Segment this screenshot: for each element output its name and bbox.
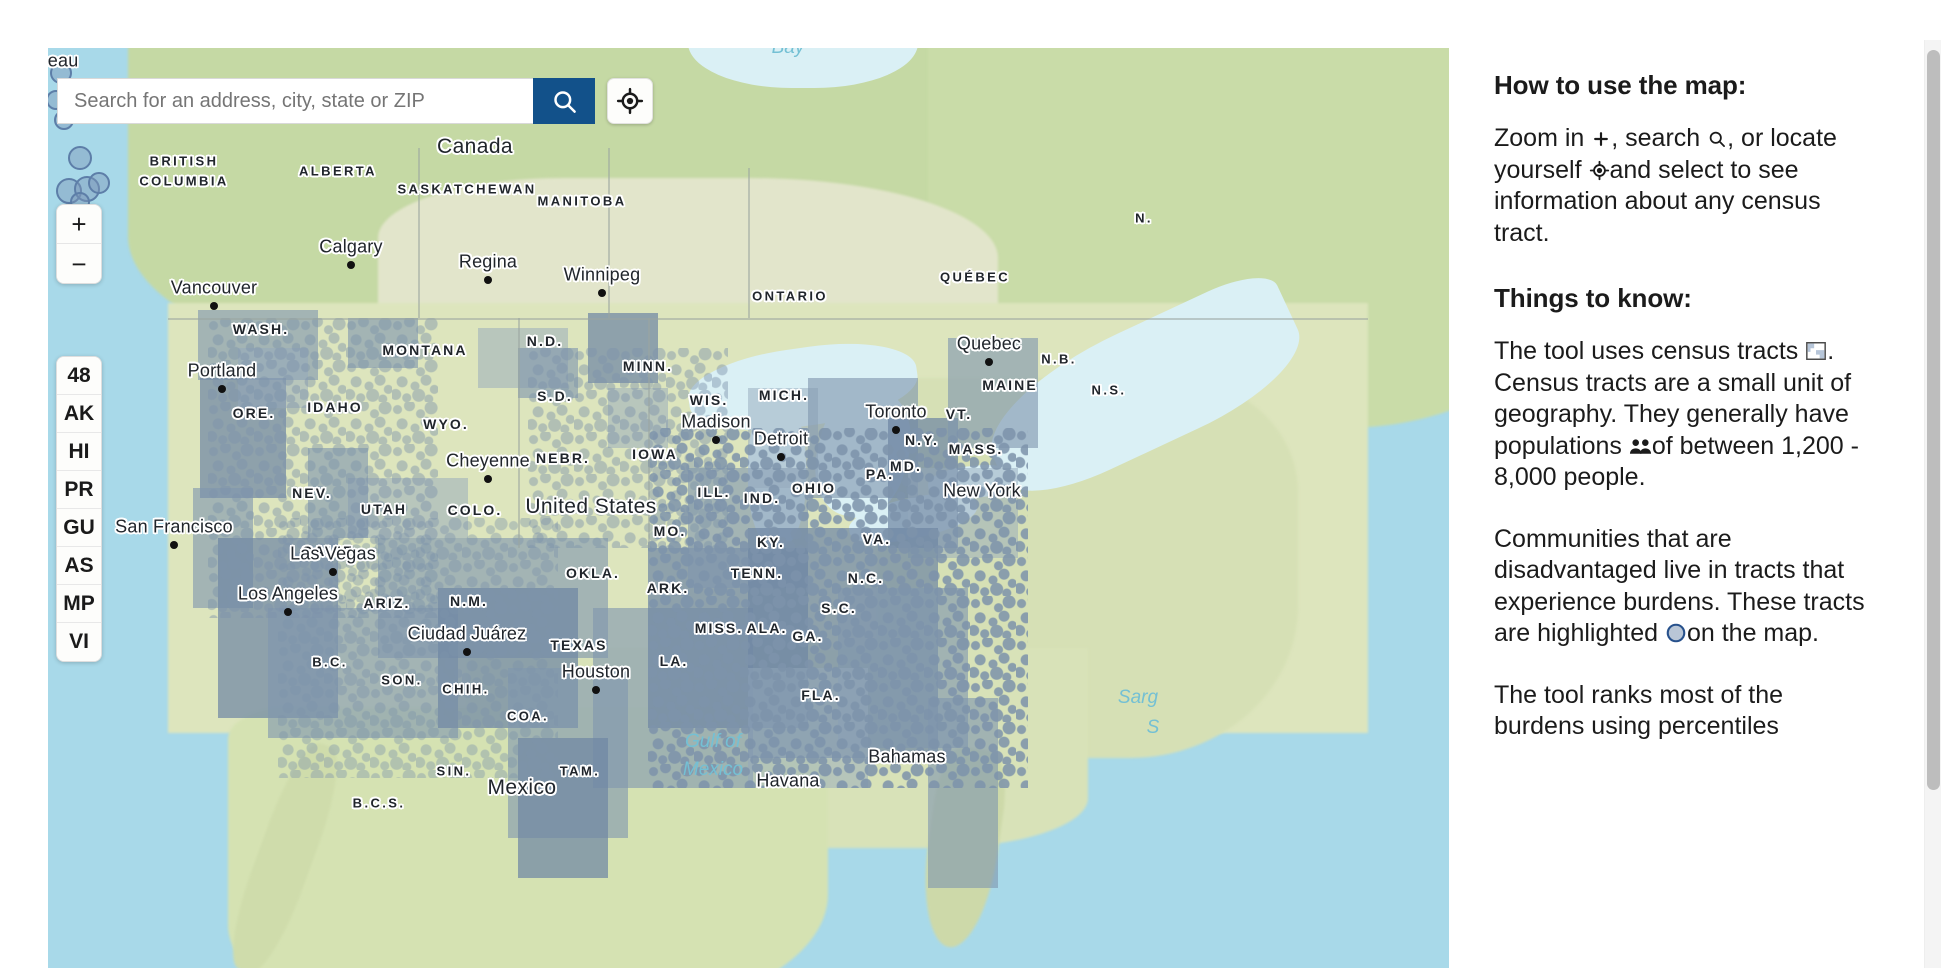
map-city-dot	[598, 289, 606, 297]
zoom-out-button[interactable]: −	[57, 244, 101, 283]
search-input[interactable]	[57, 78, 533, 124]
map-city-dot	[484, 475, 492, 483]
territory-button-48[interactable]: 48	[57, 357, 101, 395]
territory-button-hi[interactable]: HI	[57, 433, 101, 471]
plus-icon	[1594, 132, 1609, 146]
how-to-use-paragraph: Zoom in , search , or locate yourself an…	[1494, 123, 1872, 249]
territory-button-mp[interactable]: MP	[57, 585, 101, 623]
zoom-in-button[interactable]: +	[57, 205, 101, 244]
map-city-dot	[892, 426, 900, 434]
how-to-text-2: , search	[1611, 124, 1701, 152]
zoom-controls[interactable]: + −	[56, 204, 102, 284]
ranks-paragraph: The tool ranks most of the burdens using…	[1494, 680, 1784, 741]
map-search-bar[interactable]	[57, 78, 653, 124]
census-tract-icon	[1806, 342, 1827, 360]
map-panel[interactable]: Canada United States Mexico BRITISH COLUMBIA…	[48, 48, 1449, 968]
census-tracts-paragraph: The tool uses census tracts . Census tra…	[1494, 336, 1872, 494]
locate-me-icon	[1589, 160, 1609, 180]
people-icon	[1629, 438, 1651, 454]
map-city-dot	[170, 541, 178, 549]
map-city-dot	[484, 276, 492, 284]
how-to-use-heading: How to use the map:	[1494, 70, 1747, 100]
map-city-dot	[985, 358, 993, 366]
map-city-dot	[777, 453, 785, 461]
territory-button-vi[interactable]: VI	[57, 623, 101, 661]
territory-button-pr[interactable]: PR	[57, 471, 101, 509]
search-icon	[1709, 131, 1726, 147]
highlighted-tract-circle-icon	[1666, 623, 1686, 643]
info-sidebar: How to use the map: Zoom in , search , o…	[1449, 40, 1927, 968]
page-scrollbar-track[interactable]	[1924, 40, 1941, 968]
map-city-dot	[284, 608, 292, 616]
map-canvas[interactable]: Canada United States Mexico BRITISH COLUMBIA…	[48, 48, 1449, 968]
climate-screening-tool-page: Canada United States Mexico BRITISH COLUMBIA…	[0, 0, 1947, 968]
map-city-dot	[218, 385, 226, 393]
territory-button-as[interactable]: AS	[57, 547, 101, 585]
locate-me-icon	[616, 87, 644, 115]
page-scrollbar-thumb[interactable]	[1927, 50, 1940, 790]
lake-michigan	[748, 398, 806, 548]
search-icon	[553, 90, 576, 113]
territory-button-gu[interactable]: GU	[57, 509, 101, 547]
map-city-dot	[463, 648, 471, 656]
map-city-dot	[347, 261, 355, 269]
territory-selector[interactable]: 48 AK HI PR GU AS MP VI	[56, 356, 102, 662]
things-text-1: The tool uses census tracts	[1494, 337, 1799, 365]
things-to-know-heading: Things to know:	[1494, 283, 1692, 313]
map-city-dot	[712, 436, 720, 444]
map-city-dot	[329, 568, 337, 576]
search-button[interactable]	[533, 78, 595, 124]
map-city-dot	[592, 686, 600, 694]
how-to-text-1: Zoom in	[1494, 124, 1585, 152]
communities-text-2: on the map.	[1686, 619, 1819, 647]
territory-button-ak[interactable]: AK	[57, 395, 101, 433]
communities-paragraph: Communities that are disadvantaged live …	[1494, 524, 1872, 650]
map-city-dot	[210, 302, 218, 310]
tract-marker[interactable]	[88, 172, 110, 194]
locate-me-button[interactable]	[607, 78, 653, 124]
tract-marker[interactable]	[68, 146, 92, 170]
